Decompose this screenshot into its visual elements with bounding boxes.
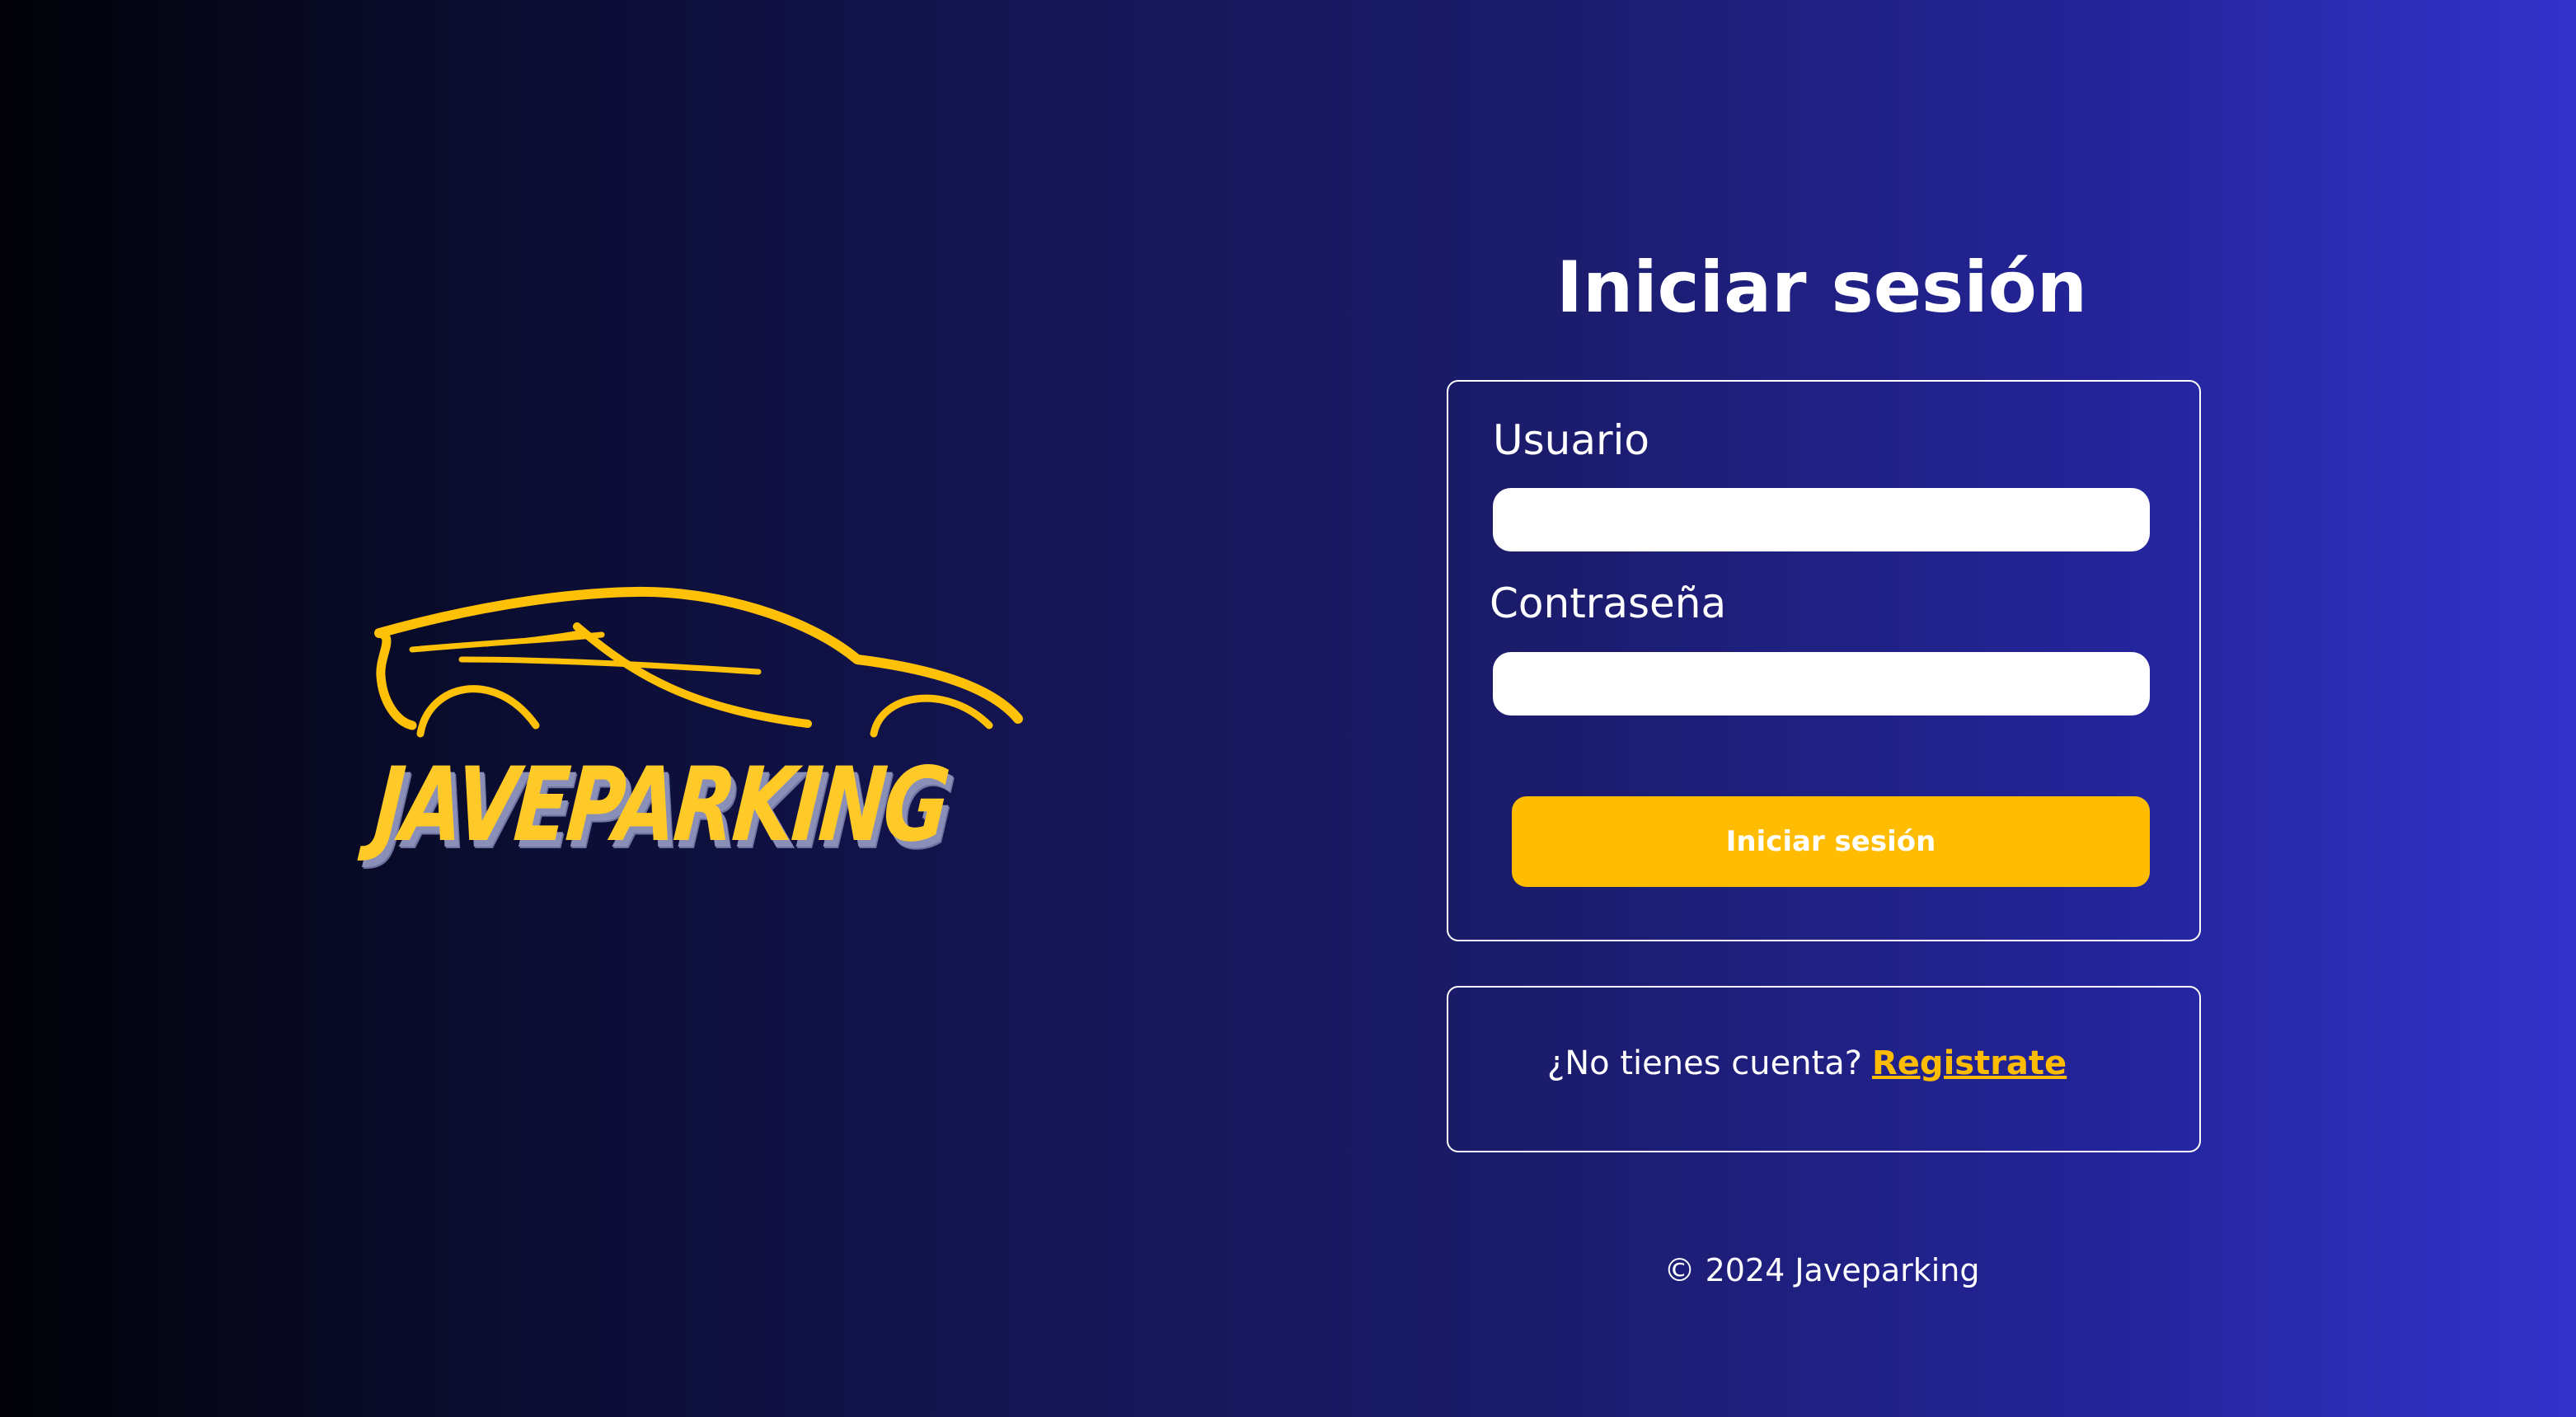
logo-wordmark: JAVEPARKING [370,746,952,865]
register-link[interactable]: Registrate [1872,1044,2067,1082]
register-prompt: ¿No tienes cuenta? [1547,1044,1862,1082]
page-title: Iniciar sesión [1555,246,2088,329]
register-box: ¿No tienes cuenta? Registrate [1447,986,2201,1152]
password-input[interactable] [1493,652,2150,716]
username-label: Usuario [1493,416,1650,464]
login-form: Usuario Contraseña Iniciar sesión [1447,380,2201,941]
footer-copyright: © 2024 Javeparking [1663,1252,1980,1288]
register-line: ¿No tienes cuenta? Registrate [1547,1047,2067,1080]
javeparking-logo: JAVEPARKING [363,577,1039,882]
car-silhouette-icon [374,586,1023,738]
username-input[interactable] [1493,488,2150,551]
password-label: Contraseña [1490,579,1727,627]
login-button[interactable]: Iniciar sesión [1512,796,2150,887]
